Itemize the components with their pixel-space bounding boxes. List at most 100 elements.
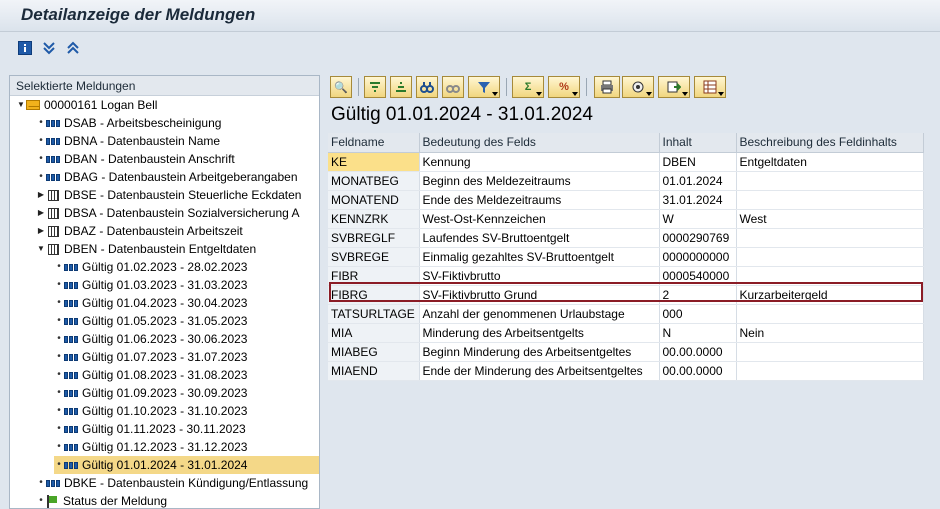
find-next-icon[interactable]	[442, 76, 464, 98]
field-content-cell[interactable]: 31.01.2024	[659, 190, 737, 210]
field-description-cell[interactable]	[736, 247, 924, 267]
field-meaning-cell[interactable]: Laufendes SV-Bruttoentgelt	[419, 228, 660, 248]
field-meaning-cell[interactable]: Ende der Minderung des Arbeitsentgeltes	[419, 361, 660, 381]
field-description-cell[interactable]: Kurzarbeitergeld	[736, 285, 924, 305]
tree-period-item[interactable]: • Gültig 01.12.2023 - 31.12.2023	[54, 438, 247, 456]
print-icon[interactable]	[594, 76, 620, 98]
tree-period-item[interactable]: • Gültig 01.10.2023 - 31.10.2023	[54, 402, 247, 420]
column-header[interactable]: Inhalt	[659, 133, 737, 153]
tree-period-item[interactable]: • Gültig 01.03.2023 - 31.03.2023	[54, 276, 247, 294]
field-content-cell[interactable]: 0000000000	[659, 247, 737, 267]
tree-item-dbna[interactable]: • DBNA - Datenbaustein Name	[36, 132, 220, 150]
field-content-cell[interactable]: DBEN	[659, 152, 737, 172]
table-row[interactable]: MONATEND Ende des Meldezeitraums 31.01.202…	[328, 190, 924, 210]
field-name-cell[interactable]: KE	[328, 152, 420, 172]
field-name-cell[interactable]: FIBRG	[328, 285, 420, 305]
field-meaning-cell[interactable]: Minderung des Arbeitsentgelts	[419, 323, 660, 343]
field-content-cell[interactable]: 01.01.2024	[659, 171, 737, 191]
export-icon[interactable]	[658, 76, 690, 98]
field-meaning-cell[interactable]: Kennung	[419, 152, 660, 172]
field-name-cell[interactable]: FIBR	[328, 266, 420, 286]
field-meaning-cell[interactable]: Anzahl der genommenen Urlaubstage	[419, 304, 660, 324]
tree-item-dben[interactable]: ▼ DBEN - Datenbaustein Entgeltdaten	[36, 240, 256, 258]
find-icon[interactable]	[416, 76, 438, 98]
tree-period-item[interactable]: • Gültig 01.06.2023 - 30.06.2023	[54, 330, 247, 348]
field-description-cell[interactable]: Entgeltdaten	[736, 152, 924, 172]
column-header[interactable]: Beschreibung des Feldinhalts	[736, 133, 924, 153]
field-content-cell[interactable]: 0000290769	[659, 228, 737, 248]
field-content-cell[interactable]: N	[659, 323, 737, 343]
collapse-all-icon[interactable]	[65, 40, 81, 56]
table-row[interactable]: FIBRG SV-Fiktivbrutto Grund 2 Kurzarbeiterg…	[328, 285, 924, 305]
field-name-cell[interactable]: TATSURLTAGE	[328, 304, 420, 324]
field-meaning-cell[interactable]: Ende des Meldezeitraums	[419, 190, 660, 210]
table-row[interactable]: SVBREGLF Laufendes SV-Bruttoentgelt 000029…	[328, 228, 924, 248]
field-content-cell[interactable]: 2	[659, 285, 737, 305]
table-row[interactable]: FIBR SV-Fiktivbrutto 0000540000	[328, 266, 924, 286]
field-content-cell[interactable]: 00.00.0000	[659, 361, 737, 381]
tree-period-item[interactable]: • Gültig 01.05.2023 - 31.05.2023	[54, 312, 247, 330]
field-meaning-cell[interactable]: SV-Fiktivbrutto	[419, 266, 660, 286]
tree-period-item[interactable]: • Gültig 01.08.2023 - 31.08.2023	[54, 366, 247, 384]
field-description-cell[interactable]	[736, 342, 924, 362]
tree-item-dban[interactable]: • DBAN - Datenbaustein Anschrift	[36, 150, 235, 168]
collapsed-arrow-icon[interactable]: ▶	[36, 226, 46, 236]
field-description-cell[interactable]	[736, 361, 924, 381]
tree-item-dsab[interactable]: • DSAB - Arbeitsbescheinigung	[36, 114, 221, 132]
field-name-cell[interactable]: MIAEND	[328, 361, 420, 381]
table-row[interactable]: MIAEND Ende der Minderung des Arbeitsentg…	[328, 361, 924, 381]
details-icon[interactable]: 🔍	[330, 76, 352, 98]
field-description-cell[interactable]	[736, 190, 924, 210]
table-row[interactable]: MONATBEG Beginn des Meldezeitraums 01.01.2…	[328, 171, 924, 191]
tree-period-item-selected[interactable]: • Gültig 01.01.2024 - 31.01.2024	[54, 456, 319, 474]
field-name-cell[interactable]: KENNZRK	[328, 209, 420, 229]
field-meaning-cell[interactable]: Beginn Minderung des Arbeitsentgeltes	[419, 342, 660, 362]
field-meaning-cell[interactable]: West-Ost-Kennzeichen	[419, 209, 660, 229]
table-row[interactable]: MIA Minderung des Arbeitsentgelts N Nein	[328, 323, 924, 343]
tree-period-item[interactable]: • Gültig 01.09.2023 - 30.09.2023	[54, 384, 247, 402]
tree-item-dbaz[interactable]: ▶ DBAZ - Datenbaustein Arbeitszeit	[36, 222, 243, 240]
filter-icon[interactable]	[468, 76, 500, 98]
collapsed-arrow-icon[interactable]: ▶	[36, 190, 46, 200]
tree-item-dbag[interactable]: • DBAG - Datenbaustein Arbeitgeberangabe…	[36, 168, 297, 186]
sort-ascending-icon[interactable]	[364, 76, 386, 98]
field-description-cell[interactable]: West	[736, 209, 924, 229]
field-meaning-cell[interactable]: Beginn des Meldezeitraums	[419, 171, 660, 191]
field-name-cell[interactable]: MONATEND	[328, 190, 420, 210]
field-description-cell[interactable]	[736, 304, 924, 324]
info-icon[interactable]	[17, 40, 33, 56]
table-row[interactable]: KE Kennung DBEN Entgeltdaten	[328, 152, 924, 172]
collapsed-arrow-icon[interactable]: ▶	[36, 208, 46, 218]
tree-item-dbke[interactable]: • DBKE - Datenbaustein Kündigung/Entlass…	[36, 474, 308, 492]
tree-item-dbsa[interactable]: ▶ DBSA - Datenbaustein Sozialversicherun…	[36, 204, 300, 222]
field-name-cell[interactable]: SVBREGE	[328, 247, 420, 267]
layout-icon[interactable]	[694, 76, 726, 98]
column-header[interactable]: Feldname	[328, 133, 420, 153]
tree-item-dbse[interactable]: ▶ DBSE - Datenbaustein Steuerliche Eckda…	[36, 186, 302, 204]
field-description-cell[interactable]	[736, 171, 924, 191]
expand-all-icon[interactable]	[41, 40, 57, 56]
field-description-cell[interactable]: Nein	[736, 323, 924, 343]
field-name-cell[interactable]: SVBREGLF	[328, 228, 420, 248]
column-header[interactable]: Bedeutung des Felds	[419, 133, 660, 153]
subtotal-icon[interactable]: %	[548, 76, 580, 98]
sort-descending-icon[interactable]	[390, 76, 412, 98]
field-name-cell[interactable]: MIA	[328, 323, 420, 343]
tree-item-status[interactable]: • Status der Meldung	[36, 492, 167, 508]
field-meaning-cell[interactable]: Einmalig gezahltes SV-Bruttoentgelt	[419, 247, 660, 267]
view-icon[interactable]	[622, 76, 654, 98]
field-content-cell[interactable]: 000	[659, 304, 737, 324]
expanded-arrow-icon[interactable]: ▼	[16, 100, 26, 110]
field-meaning-cell[interactable]: SV-Fiktivbrutto Grund	[419, 285, 660, 305]
tree-root[interactable]: ▼ 00000161 Logan Bell	[16, 96, 157, 114]
tree-period-item[interactable]: • Gültig 01.04.2023 - 30.04.2023	[54, 294, 247, 312]
field-name-cell[interactable]: MONATBEG	[328, 171, 420, 191]
field-description-cell[interactable]	[736, 266, 924, 286]
table-row[interactable]: TATSURLTAGE Anzahl der genommenen Urlaubs…	[328, 304, 924, 324]
field-name-cell[interactable]: MIABEG	[328, 342, 420, 362]
field-description-cell[interactable]	[736, 228, 924, 248]
field-content-cell[interactable]: 0000540000	[659, 266, 737, 286]
field-content-cell[interactable]: W	[659, 209, 737, 229]
table-row[interactable]: MIABEG Beginn Minderung des Arbeitsentgel…	[328, 342, 924, 362]
sum-icon[interactable]: Σ	[512, 76, 544, 98]
